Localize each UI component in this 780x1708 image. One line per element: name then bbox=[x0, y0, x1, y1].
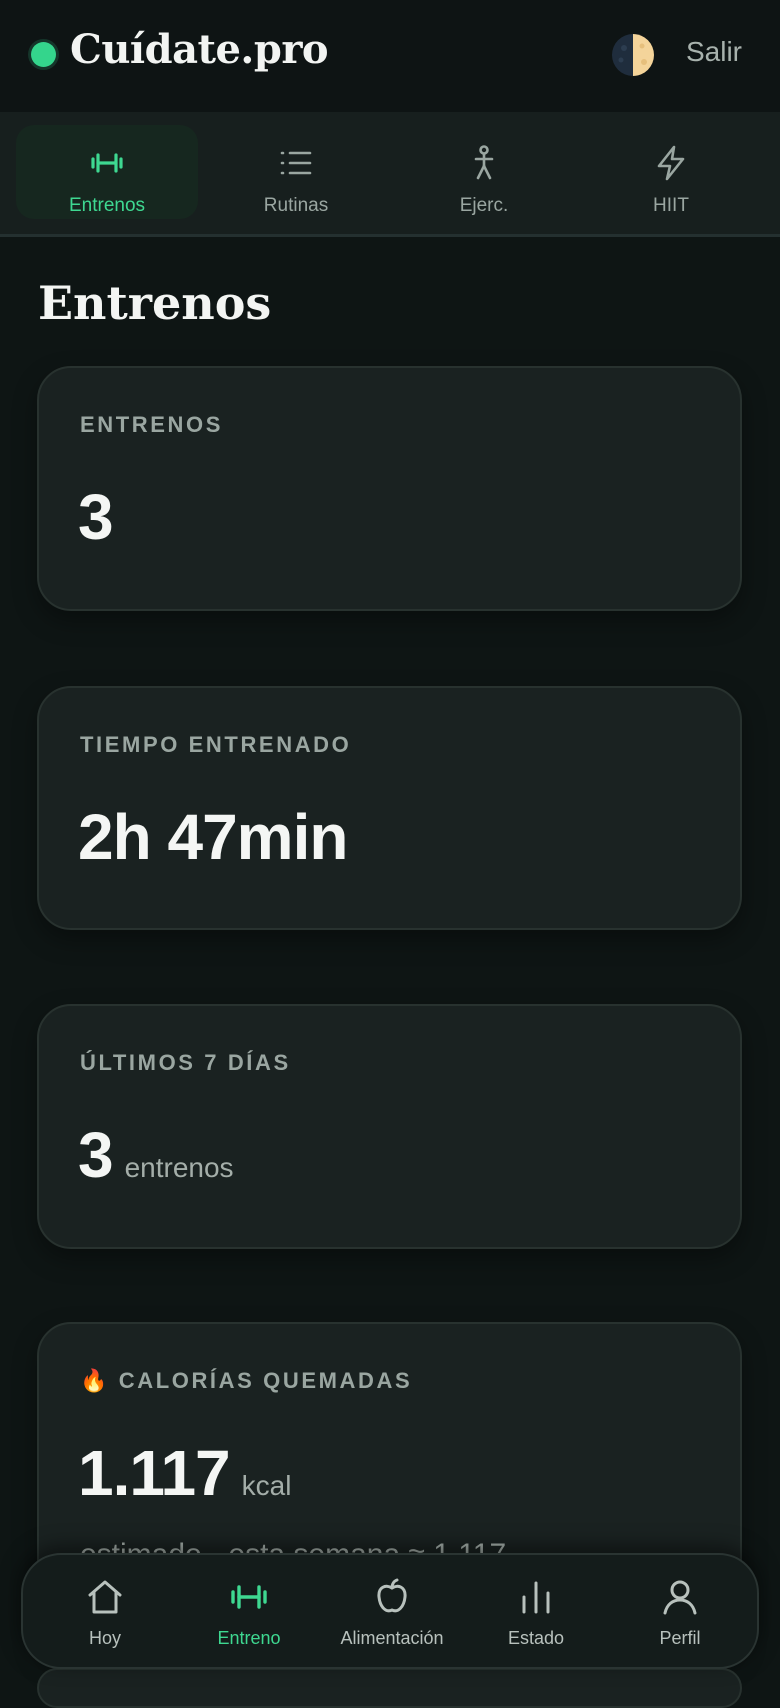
next-card-peek bbox=[37, 1668, 742, 1708]
card-value: 3 entrenos bbox=[78, 1118, 234, 1192]
list-icon bbox=[280, 151, 312, 175]
nav-label: Estado bbox=[507, 1628, 565, 1648]
lightning-icon bbox=[657, 145, 685, 181]
card-value: 1.117 kcal bbox=[78, 1436, 291, 1510]
card-label-text: CALORÍAS QUEMADAS bbox=[118, 1368, 413, 1393]
card-unit: entrenos bbox=[124, 1152, 234, 1183]
nav-hoy[interactable]: Hoy bbox=[35, 1555, 175, 1667]
brand-logo[interactable]: Cuídate.pro bbox=[70, 26, 329, 73]
nav-label: Hoy bbox=[88, 1628, 121, 1648]
card-value-number: 1.117 bbox=[78, 1437, 231, 1509]
nav-label: Entreno bbox=[217, 1628, 281, 1648]
card-value: 2h 47min bbox=[78, 801, 348, 873]
tab-ejercicios[interactable]: Ejerc. bbox=[393, 125, 575, 219]
nav-perfil[interactable]: Perfil bbox=[610, 1555, 750, 1667]
person-icon bbox=[474, 145, 494, 180]
stat-card-tiempo: TIEMPO ENTRENADO 2h 47min bbox=[37, 686, 742, 930]
nav-label: Alimentación bbox=[340, 1628, 444, 1648]
half-moon-icon bbox=[618, 43, 647, 65]
fire-icon: 🔥 bbox=[80, 1368, 110, 1393]
logout-button[interactable]: Salir bbox=[686, 36, 742, 68]
tab-hiit[interactable]: HIIT bbox=[580, 125, 762, 219]
nav-estado[interactable]: Estado bbox=[466, 1555, 606, 1667]
tab-label: Entrenos bbox=[68, 195, 146, 216]
stat-card-ultimos-7-dias: ÚLTIMOS 7 DÍAS 3 entrenos bbox=[37, 1004, 742, 1249]
bar-chart-icon bbox=[522, 1581, 550, 1614]
tab-entrenos[interactable]: Entrenos bbox=[16, 125, 198, 219]
stat-card-entrenos: ENTRENOS 3 bbox=[37, 366, 742, 611]
card-label: TIEMPO ENTRENADO bbox=[80, 732, 352, 757]
nav-alimentacion[interactable]: Alimentación bbox=[322, 1555, 462, 1667]
training-subnav: Entrenos Rutinas Ejerc. HIIT bbox=[0, 112, 780, 237]
app-header: Cuídate.pro Salir bbox=[0, 0, 780, 112]
card-label: ENTRENOS bbox=[80, 412, 224, 437]
card-value: 3 bbox=[78, 481, 114, 553]
nav-label: Perfil bbox=[659, 1628, 701, 1648]
theme-toggle-button[interactable] bbox=[612, 34, 654, 76]
dumbbell-icon bbox=[231, 1585, 267, 1609]
card-value-number: 3 bbox=[78, 1119, 114, 1191]
card-label: 🔥 CALORÍAS QUEMADAS bbox=[80, 1368, 412, 1394]
bottom-nav: Hoy Entreno Alimentación Estado Perfil bbox=[21, 1553, 759, 1669]
status-dot-icon bbox=[31, 42, 56, 67]
tab-rutinas[interactable]: Rutinas bbox=[205, 125, 387, 219]
card-label: ÚLTIMOS 7 DÍAS bbox=[80, 1050, 291, 1075]
nav-entreno[interactable]: Entreno bbox=[179, 1555, 319, 1667]
page-title: Entrenos bbox=[38, 276, 272, 330]
dumbbell-icon bbox=[91, 153, 123, 173]
tab-label: HIIT bbox=[653, 195, 689, 216]
card-unit: kcal bbox=[241, 1470, 292, 1501]
home-icon bbox=[88, 1580, 122, 1614]
tab-label: Ejerc. bbox=[459, 195, 509, 216]
user-icon bbox=[663, 1580, 697, 1615]
apple-icon bbox=[377, 1578, 407, 1613]
tab-label: Rutinas bbox=[263, 195, 329, 216]
